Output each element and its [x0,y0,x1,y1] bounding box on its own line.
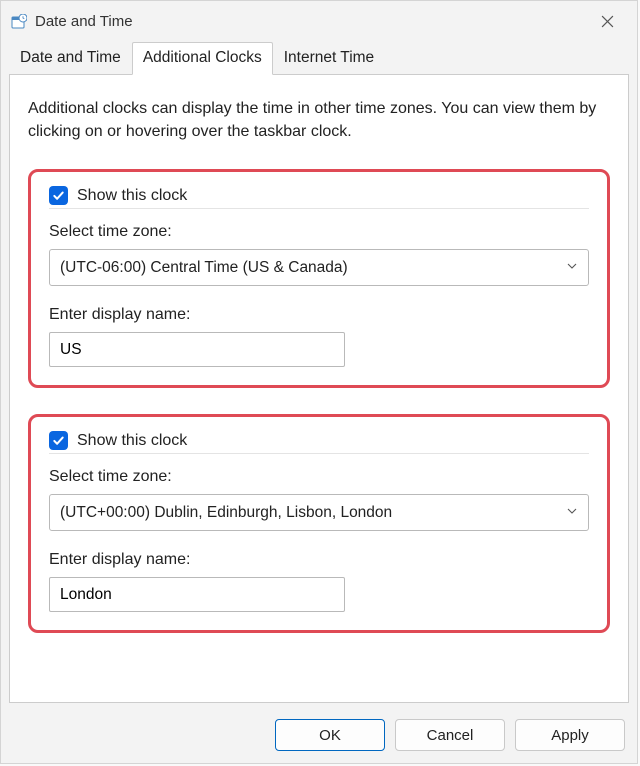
tab-date-and-time[interactable]: Date and Time [9,42,132,75]
tab-additional-clocks[interactable]: Additional Clocks [132,42,273,75]
clock-2-name-input[interactable] [49,577,345,612]
clock-2-tz-value: (UTC+00:00) Dublin, Edinburgh, Lisbon, L… [60,504,392,522]
close-button[interactable] [585,7,629,37]
check-icon [52,434,65,447]
titlebar: Date and Time [1,1,637,42]
ok-button[interactable]: OK [275,719,385,751]
clock-2-show-checkbox[interactable] [49,431,68,450]
window-title: Date and Time [35,13,585,30]
tab-internet-time[interactable]: Internet Time [273,42,385,75]
dialog-window: Date and Time Date and Time Additional C… [0,0,638,764]
date-time-icon [11,14,27,30]
clock-1-tz-value: (UTC-06:00) Central Time (US & Canada) [60,259,348,277]
chevron-down-icon [566,504,578,522]
check-icon [52,189,65,202]
close-icon [601,15,614,28]
clock-1-tz-label: Select time zone: [49,223,589,241]
clock-1-name-input[interactable] [49,332,345,367]
tab-panel-additional-clocks: Additional clocks can display the time i… [9,74,629,703]
dialog-buttons: OK Cancel Apply [275,719,625,751]
clock-2-tz-label: Select time zone: [49,468,589,486]
clock-2-show-label[interactable]: Show this clock [77,432,187,450]
clock-1-show-label[interactable]: Show this clock [77,187,187,205]
apply-button[interactable]: Apply [515,719,625,751]
cancel-button[interactable]: Cancel [395,719,505,751]
client-area: Date and Time Additional Clocks Internet… [1,42,637,713]
clock-2-tz-select[interactable]: (UTC+00:00) Dublin, Edinburgh, Lisbon, L… [49,494,589,531]
clock-2-name-label: Enter display name: [49,551,589,569]
clock-1-group: Show this clock Select time zone: (UTC-0… [28,169,610,388]
clock-1-name-label: Enter display name: [49,306,589,324]
clock-2-show-row: Show this clock [49,431,589,454]
intro-text: Additional clocks can display the time i… [28,97,610,143]
tab-strip: Date and Time Additional Clocks Internet… [9,42,629,75]
clock-1-tz-select[interactable]: (UTC-06:00) Central Time (US & Canada) [49,249,589,286]
clock-1-show-checkbox[interactable] [49,186,68,205]
clock-2-group: Show this clock Select time zone: (UTC+0… [28,414,610,633]
chevron-down-icon [566,259,578,277]
clock-1-show-row: Show this clock [49,186,589,209]
